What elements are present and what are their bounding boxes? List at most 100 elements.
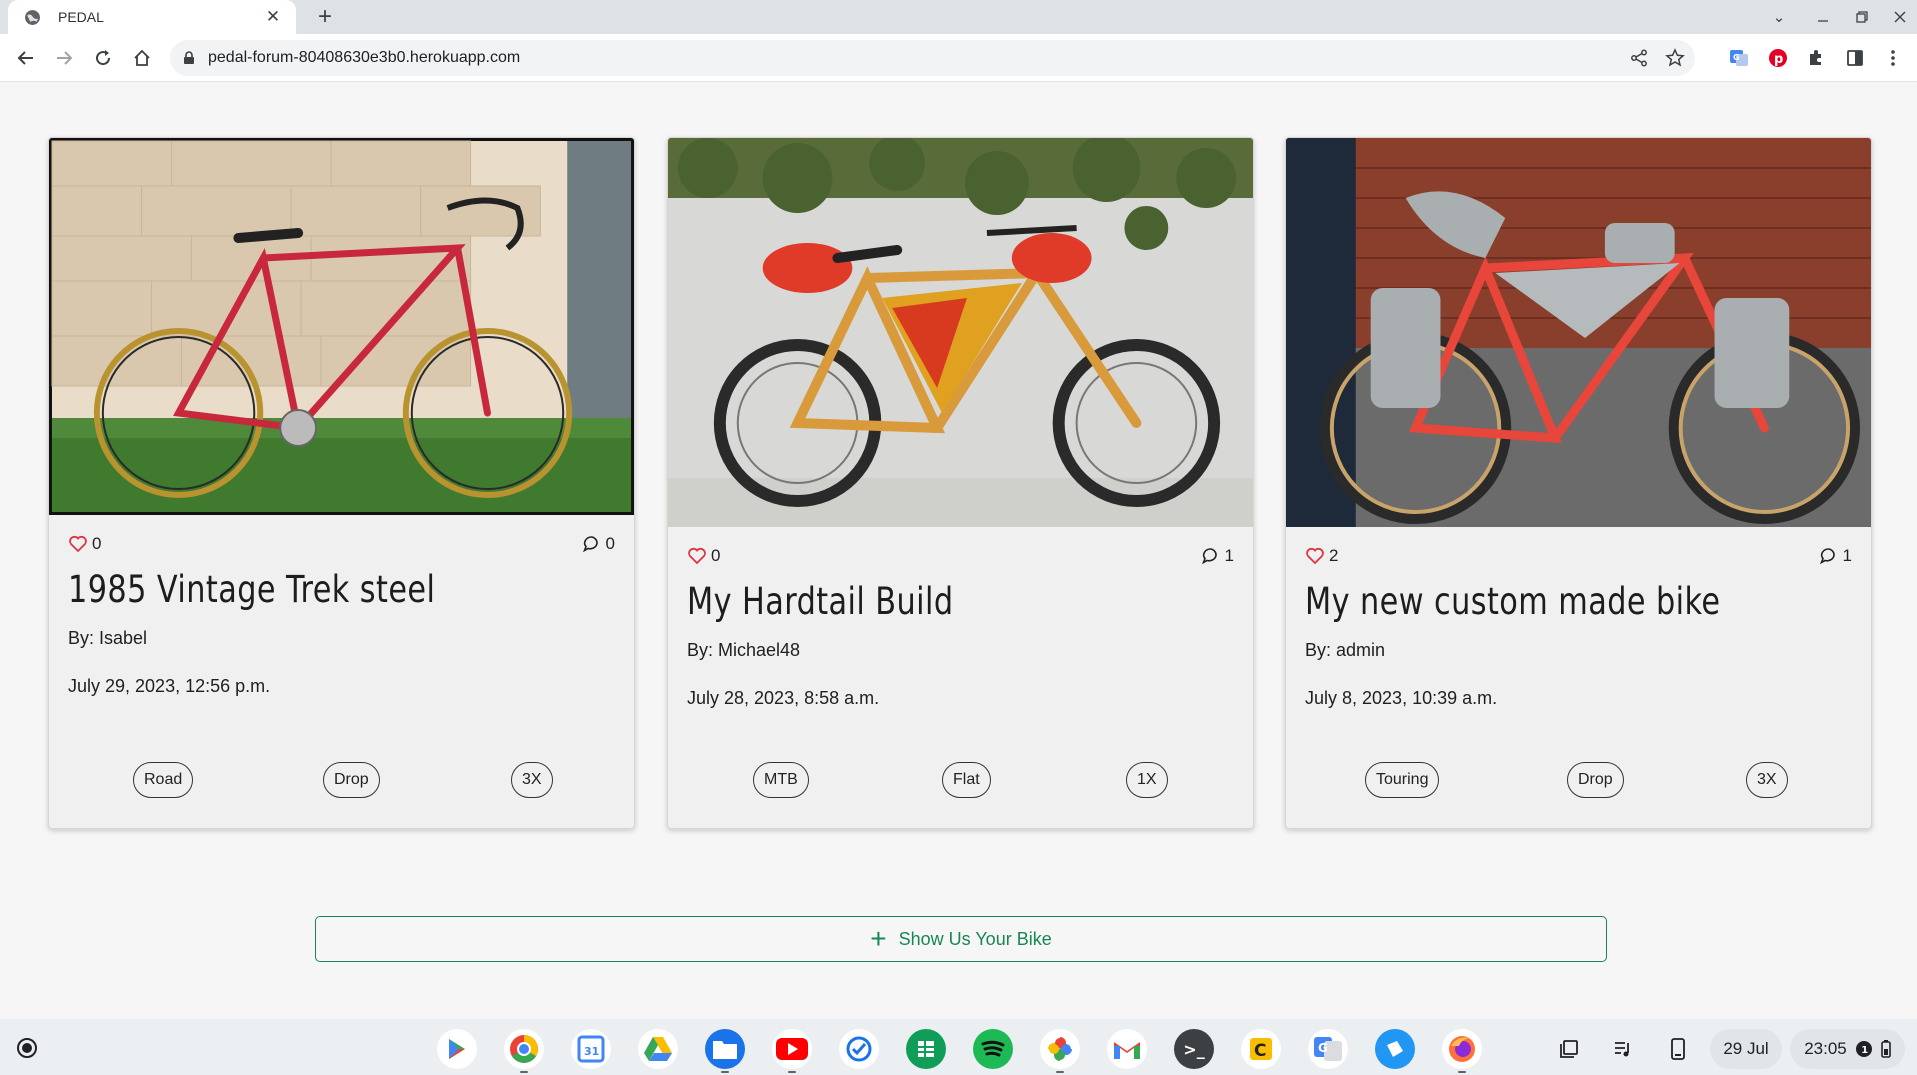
reload-icon[interactable]: [87, 42, 119, 74]
svg-text:1: 1: [1861, 1045, 1868, 1056]
post-author: By: admin: [1305, 640, 1386, 660]
firefox-icon[interactable]: [1442, 1029, 1482, 1069]
tab-title: PEDAL: [58, 9, 104, 25]
battery-icon: [1880, 1040, 1891, 1058]
running-indicator: [1056, 1071, 1064, 1073]
media-controls-icon[interactable]: [1604, 1029, 1642, 1069]
tablet-app-icon[interactable]: [1375, 1029, 1415, 1069]
comments-stat[interactable]: 0: [582, 534, 615, 554]
svg-text:p: p: [1774, 52, 1783, 67]
comment-icon[interactable]: [582, 534, 602, 554]
browser-toolbar: pedal-forum-80408630e3b0.herokuapp.com G…: [0, 34, 1917, 82]
bike-photo[interactable]: [1286, 138, 1871, 527]
tasks-icon[interactable]: [839, 1029, 879, 1069]
new-tab-button[interactable]: +: [311, 3, 339, 31]
browser-tab[interactable]: PEDAL ✕: [8, 0, 296, 34]
tag-chip[interactable]: MTB: [753, 762, 809, 798]
caret-icon[interactable]: C: [1241, 1029, 1281, 1069]
extensions-puzzle-icon[interactable]: [1800, 42, 1832, 74]
drive-icon[interactable]: [638, 1029, 678, 1069]
date-tray[interactable]: 29 Jul: [1710, 1029, 1782, 1069]
phone-hub-icon[interactable]: [1659, 1029, 1697, 1069]
os-shelf: 31 >_ C G 29 Jul 23:05 1: [0, 1019, 1917, 1075]
comments-count: 1: [1842, 546, 1852, 565]
post-date: July 28, 2023, 8:58 a.m.: [687, 688, 880, 708]
tag-chip[interactable]: Touring: [1365, 762, 1440, 798]
tag-chip[interactable]: Road: [133, 762, 194, 798]
holding-space-icon[interactable]: [1550, 1029, 1588, 1069]
comments-stat[interactable]: 1: [1201, 546, 1234, 566]
spotify-icon[interactable]: [973, 1029, 1013, 1069]
minimize-icon[interactable]: [1806, 0, 1840, 34]
comments-count: 0: [605, 534, 615, 553]
post-stats: 0 0: [68, 534, 615, 554]
translate-extension-icon[interactable]: G: [1723, 42, 1755, 74]
back-icon[interactable]: [10, 42, 42, 74]
globe-icon: [25, 9, 40, 25]
svg-text:C: C: [1254, 1041, 1266, 1061]
calendar-icon[interactable]: 31: [571, 1029, 611, 1069]
launcher-icon[interactable]: [12, 1033, 42, 1063]
post-card[interactable]: 0 0 1985 Vintage Trek steel By: Isabel J…: [48, 137, 635, 829]
tag-chip[interactable]: Flat: [942, 762, 991, 798]
tag-chip[interactable]: 3X: [1746, 762, 1788, 798]
likes-stat[interactable]: 0: [687, 546, 720, 566]
show-us-your-bike-button[interactable]: + Show Us Your Bike: [315, 916, 1607, 962]
restore-icon[interactable]: [1845, 0, 1879, 34]
close-window-icon[interactable]: [1883, 0, 1917, 34]
comment-icon[interactable]: [1201, 546, 1221, 566]
tag-chip[interactable]: Drop: [323, 762, 380, 798]
show-us-your-bike-label: Show Us Your Bike: [898, 928, 1052, 949]
post-date: July 29, 2023, 12:56 p.m.: [68, 676, 271, 696]
likes-count: 0: [711, 546, 721, 565]
gmail-icon[interactable]: [1107, 1029, 1147, 1069]
tab-search-icon[interactable]: ⌄: [1762, 0, 1796, 34]
pinterest-icon[interactable]: p: [1762, 42, 1794, 74]
terminal-icon[interactable]: >_: [1174, 1029, 1214, 1069]
likes-stat[interactable]: 2: [1305, 546, 1338, 566]
heart-icon[interactable]: [687, 546, 707, 566]
post-card[interactable]: 0 1 My Hardtail Build By: Michael48 July…: [667, 137, 1254, 829]
play-store-icon[interactable]: [437, 1029, 477, 1069]
home-icon[interactable]: [126, 42, 158, 74]
tag-chip[interactable]: Drop: [1567, 762, 1624, 798]
post-stats: 2 1: [1305, 546, 1852, 566]
page-content: 0 0 1985 Vintage Trek steel By: Isabel J…: [0, 82, 1917, 1019]
photos-icon[interactable]: [1040, 1029, 1080, 1069]
comments-stat[interactable]: 1: [1819, 546, 1852, 566]
post-title[interactable]: 1985 Vintage Trek steel: [68, 568, 435, 611]
bookmark-star-icon[interactable]: [1659, 42, 1691, 74]
sheets-icon[interactable]: [906, 1029, 946, 1069]
running-indicator: [520, 1071, 528, 1073]
lock-icon: [184, 51, 194, 64]
comments-count: 1: [1224, 546, 1234, 565]
bike-photo[interactable]: [668, 138, 1253, 527]
files-icon[interactable]: [705, 1029, 745, 1069]
plus-icon: +: [870, 923, 887, 954]
bike-photo[interactable]: [49, 138, 634, 515]
likes-stat[interactable]: 0: [68, 534, 101, 554]
post-card[interactable]: 2 1 My new custom made bike By: admin Ju…: [1285, 137, 1872, 829]
likes-count: 0: [92, 534, 102, 553]
youtube-icon[interactable]: [772, 1029, 812, 1069]
heart-icon[interactable]: [68, 534, 88, 554]
comment-icon[interactable]: [1819, 546, 1839, 566]
tag-chip[interactable]: 3X: [511, 762, 553, 798]
side-panel-icon[interactable]: [1839, 42, 1871, 74]
notification-icon: 1: [1855, 1041, 1872, 1057]
post-stats: 0 1: [687, 546, 1234, 566]
address-bar[interactable]: pedal-forum-80408630e3b0.herokuapp.com: [170, 40, 1695, 76]
menu-kebab-icon[interactable]: [1877, 42, 1909, 74]
tag-chip[interactable]: 1X: [1126, 762, 1168, 798]
post-title[interactable]: My Hardtail Build: [687, 580, 954, 623]
post-author: By: Isabel: [68, 628, 148, 648]
heart-icon[interactable]: [1305, 546, 1325, 566]
status-area[interactable]: 23:05 1: [1790, 1029, 1905, 1069]
forward-icon[interactable]: [48, 42, 80, 74]
close-tab-icon[interactable]: ✕: [262, 7, 284, 27]
running-indicator: [721, 1071, 729, 1073]
post-title[interactable]: My new custom made bike: [1305, 580, 1720, 623]
google-translate-icon[interactable]: G: [1308, 1029, 1348, 1069]
share-icon[interactable]: [1623, 42, 1655, 74]
chrome-icon[interactable]: [504, 1029, 544, 1069]
